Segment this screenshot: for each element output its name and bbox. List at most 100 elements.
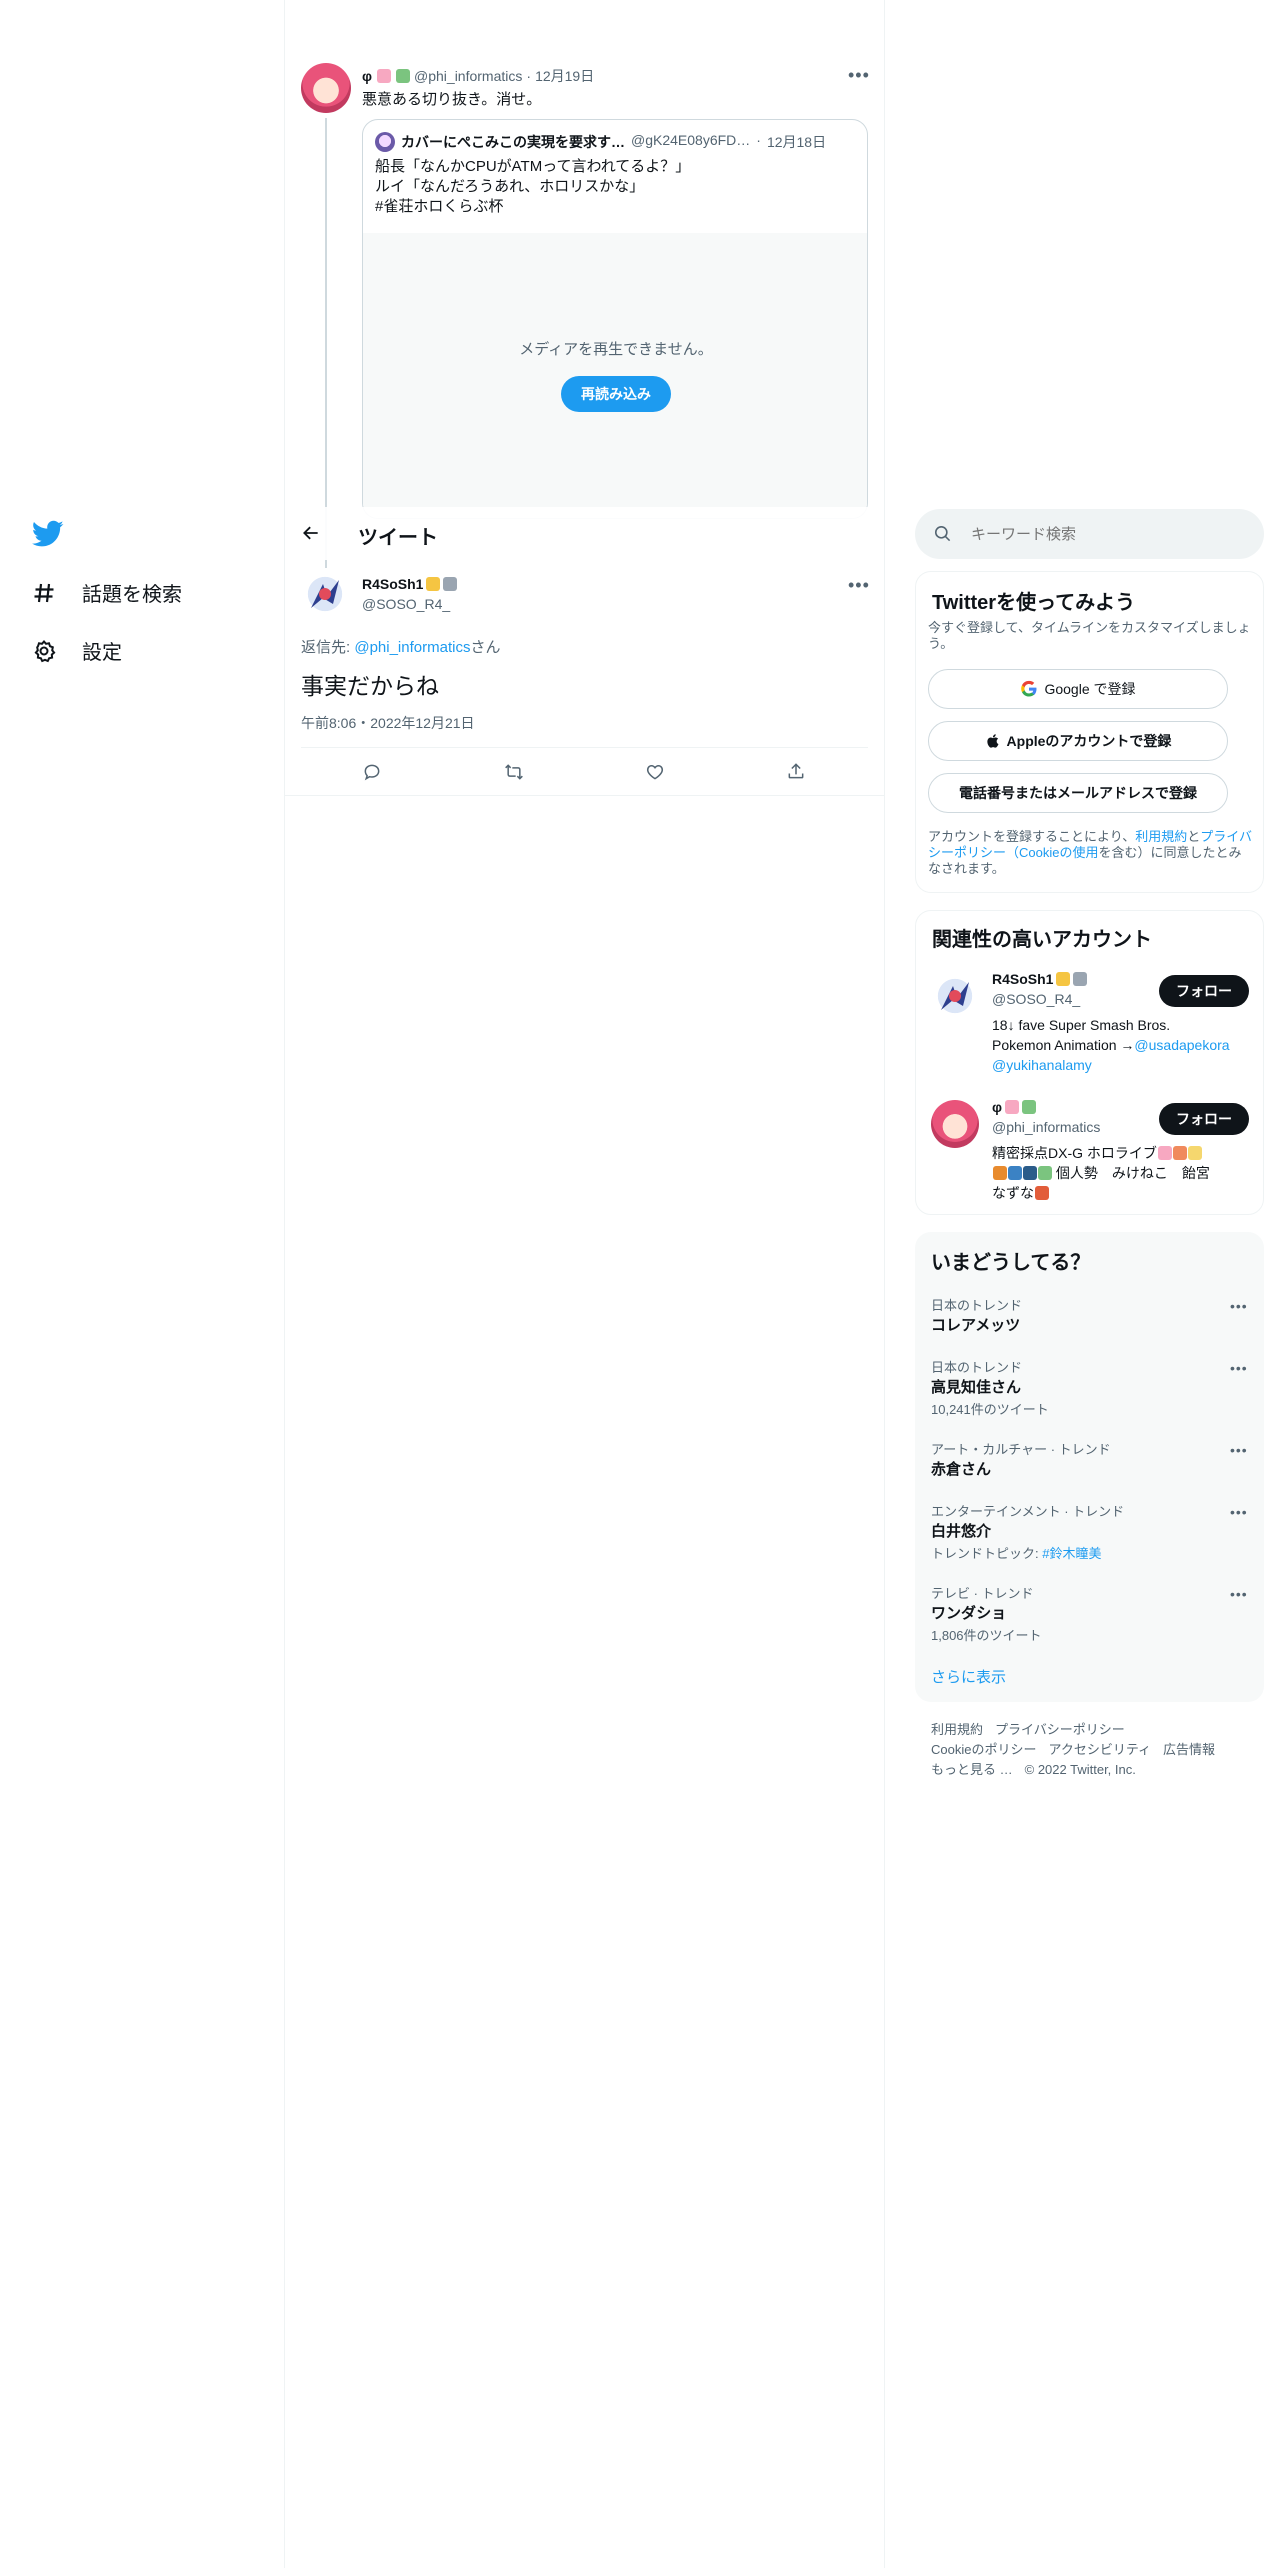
follow-button[interactable]: フォロー: [1159, 975, 1249, 1007]
main-author-name-row[interactable]: R4SoSh1: [362, 576, 458, 592]
avatar[interactable]: [931, 1100, 979, 1148]
thread-line: [325, 118, 327, 568]
bio-line: なずな: [992, 1185, 1034, 1201]
trend-tweet-count: 1,806件のツイート: [931, 1628, 1042, 1643]
trend-context: アート・カルチャー · トレンド: [931, 1442, 1111, 1457]
footer-link[interactable]: 広告情報: [1163, 1740, 1215, 1760]
trend-item[interactable]: 日本のトレンド コレアメッツ •••: [915, 1287, 1264, 1347]
parent-tweet-date[interactable]: 12月19日: [535, 66, 594, 86]
nav-explore-label: 話題を検索: [82, 584, 182, 606]
trend-topic: トレンドトピック: #鈴木瞳美: [931, 1543, 1101, 1562]
reply-icon[interactable]: [362, 762, 382, 782]
twitter-logo-icon[interactable]: [32, 520, 64, 548]
quoted-tweet-date: 12月18日: [766, 134, 827, 150]
apple-signup-button[interactable]: Appleのアカウントで登録: [928, 721, 1228, 761]
footer-link[interactable]: 利用規約: [931, 1720, 983, 1740]
quoted-line: 船長「なんかCPUがATMって言われてるよ？」: [375, 158, 691, 175]
avatar[interactable]: [301, 570, 349, 618]
peach-emoji-icon: [1172, 1146, 1187, 1160]
sakura-emoji-icon: [377, 69, 392, 83]
nav-explore[interactable]: 話題を検索: [32, 578, 182, 607]
trend-tweet-count: 10,241件のツイート: [931, 1402, 1049, 1417]
pencil-emoji-icon: [396, 69, 411, 83]
tweet-timestamp[interactable]: 午前8:06・2022年12月21日: [301, 713, 475, 733]
related-account-bio: 18↓ fave Super Smash Bros. Pokemon Anima…: [992, 1015, 1252, 1075]
avatar[interactable]: [301, 63, 351, 113]
related-account-handle[interactable]: @SOSO_R4_: [992, 991, 1080, 1007]
more-options-icon[interactable]: •••: [1230, 1505, 1248, 1519]
main-tweet-text: 事実だからね: [301, 673, 439, 699]
related-account-name-row[interactable]: R4SoSh1: [992, 971, 1088, 987]
reply-context: 返信先: @phi_informaticsさん: [301, 636, 500, 657]
bio-text: Pokemon Animation →: [992, 1037, 1135, 1053]
more-options-icon[interactable]: •••: [1230, 1361, 1248, 1375]
more-options-icon[interactable]: •••: [848, 66, 870, 84]
footer-copyright: © 2022 Twitter, Inc.: [1024, 1762, 1136, 1777]
trend-topic-link[interactable]: #鈴木瞳美: [1042, 1546, 1101, 1561]
trend-item[interactable]: 日本のトレンド 高見知佳さん 10,241件のツイート •••: [915, 1349, 1264, 1429]
parent-author-name[interactable]: φ: [362, 68, 372, 84]
more-options-icon[interactable]: •••: [848, 576, 870, 594]
swords-emoji-icon: [1073, 972, 1088, 986]
more-options-icon[interactable]: •••: [1230, 1587, 1248, 1601]
google-signup-label: Google で登録: [1044, 681, 1136, 697]
google-icon: [1020, 680, 1038, 698]
quoted-tweet[interactable]: カバーにぺこみこの実現を要求す… @gK24E08y6FD… · 12月18日 …: [362, 119, 868, 519]
parent-tweet-text: 悪意ある切り抜き。消せ。: [362, 91, 542, 108]
quoted-tweet-text: 船長「なんかCPUがATMって言われてるよ？」 ルイ「なんだろうあれ、ホロリスか…: [375, 157, 690, 217]
follow-button[interactable]: フォロー: [1159, 1103, 1249, 1135]
google-signup-button[interactable]: Google で登録: [928, 669, 1228, 709]
related-account-bio: 精密採点DX-G ホロライブ 個人勢 みけねこ 飴宮 なずな: [992, 1143, 1254, 1203]
main-author-name[interactable]: R4SoSh1: [362, 576, 423, 592]
anchor-emoji-icon: [1023, 1166, 1037, 1180]
parent-author-handle[interactable]: @phi_informatics: [414, 68, 522, 84]
related-account-name-row[interactable]: φ: [992, 1099, 1037, 1115]
avatar[interactable]: [931, 972, 979, 1020]
like-icon[interactable]: [645, 762, 665, 782]
swords-emoji-icon: [443, 577, 458, 591]
butterfly-emoji-icon: [1008, 1166, 1022, 1180]
arrow-left-icon[interactable]: [301, 523, 321, 543]
bio-mention-link[interactable]: @usadapekora: [1134, 1037, 1229, 1053]
trend-context: テレビ · トレンド: [931, 1586, 1034, 1601]
nav-settings[interactable]: 設定: [32, 636, 122, 665]
signup-terms: アカウントを登録することにより、利用規約とプライバシーポリシー（Cookieの使…: [928, 829, 1253, 877]
reply-prefix: 返信先:: [301, 639, 355, 656]
terms-prefix: アカウントを登録することにより、: [928, 829, 1136, 844]
bio-mention-link[interactable]: @yukihanalamy: [992, 1055, 1252, 1075]
quoted-tweet-header: カバーにぺこみこの実現を要求す… @gK24E08y6FD… · 12月18日: [401, 132, 827, 150]
nav-settings-label: 設定: [82, 642, 122, 664]
hashtag-icon: [32, 581, 56, 605]
carrot-emoji-icon: [993, 1166, 1007, 1180]
more-options-icon[interactable]: •••: [1230, 1299, 1248, 1313]
trend-item[interactable]: エンターテインメント · トレンド 白井悠介 トレンドトピック: #鈴木瞳美 •…: [915, 1493, 1264, 1573]
search-input[interactable]: [971, 521, 1241, 547]
trend-name: 高見知佳さん: [931, 1379, 1022, 1396]
related-account-name[interactable]: R4SoSh1: [992, 971, 1053, 987]
signup-subtitle: 今すぐ登録して、タイムラインをカスタマイズしましょう。: [928, 620, 1251, 651]
related-account-name[interactable]: φ: [992, 1099, 1002, 1115]
media-placeholder: メディアを再生できません。 再読み込み: [363, 233, 867, 518]
phone-email-signup-button[interactable]: 電話番号またはメールアドレスで登録: [928, 773, 1228, 813]
terms-link[interactable]: 利用規約: [1135, 829, 1187, 844]
main-author-handle[interactable]: @SOSO_R4_: [362, 596, 450, 612]
reload-button[interactable]: 再読み込み: [561, 376, 671, 412]
show-more-link[interactable]: さらに表示: [931, 1666, 1006, 1687]
more-options-icon[interactable]: •••: [1230, 1443, 1248, 1457]
related-account-handle[interactable]: @phi_informatics: [992, 1119, 1100, 1135]
reply-to-link[interactable]: @phi_informatics: [354, 639, 470, 656]
hand-emoji-icon: [1187, 1146, 1202, 1160]
footer-link[interactable]: アクセシビリティ: [1048, 1740, 1151, 1760]
left-column-divider: [284, 0, 285, 2568]
trend-item[interactable]: テレビ · トレンド ワンダショ 1,806件のツイート •••: [915, 1575, 1264, 1655]
footer-link[interactable]: プライバシーポリシー: [995, 1720, 1125, 1740]
trend-context: 日本のトレンド: [931, 1360, 1023, 1375]
retweet-icon[interactable]: [503, 762, 525, 782]
trend-item[interactable]: アート・カルチャー · トレンド 赤倉さん •••: [915, 1431, 1264, 1491]
trend-name: 赤倉さん: [931, 1461, 992, 1478]
right-column-divider: [884, 0, 885, 2568]
share-icon[interactable]: [786, 761, 806, 781]
footer-more-link[interactable]: もっと見る …: [931, 1760, 1013, 1780]
search-box[interactable]: [915, 509, 1264, 559]
footer-link[interactable]: Cookieのポリシー: [931, 1740, 1036, 1760]
